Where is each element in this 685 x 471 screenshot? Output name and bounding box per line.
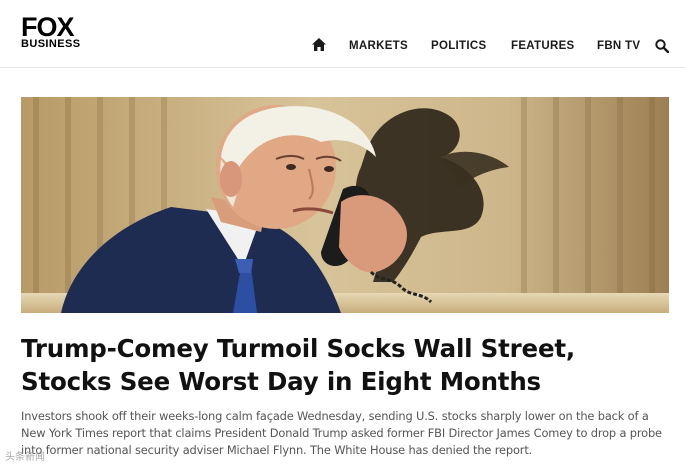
article-headline[interactable]: Trump-Comey Turmoil Socks Wall Street, S… bbox=[21, 332, 669, 398]
nav-fbn-tv[interactable]: FBN TV bbox=[597, 40, 640, 52]
site-header: FOX BUSINESS MARKETS POLITICS FEATURES F… bbox=[0, 0, 685, 68]
hero-image[interactable] bbox=[21, 97, 669, 313]
nav-markets[interactable]: MARKETS bbox=[349, 40, 408, 52]
home-icon[interactable] bbox=[312, 38, 326, 51]
article-summary: Investors shook off their weeks-long cal… bbox=[21, 409, 662, 457]
nav-features[interactable]: FEATURES bbox=[511, 40, 575, 52]
search-icon[interactable] bbox=[655, 39, 670, 54]
nav-politics[interactable]: POLITICS bbox=[431, 40, 486, 52]
main-nav: MARKETS POLITICS FEATURES FBN TV bbox=[0, 0, 685, 68]
watermark: 头条新闻 bbox=[5, 452, 45, 463]
